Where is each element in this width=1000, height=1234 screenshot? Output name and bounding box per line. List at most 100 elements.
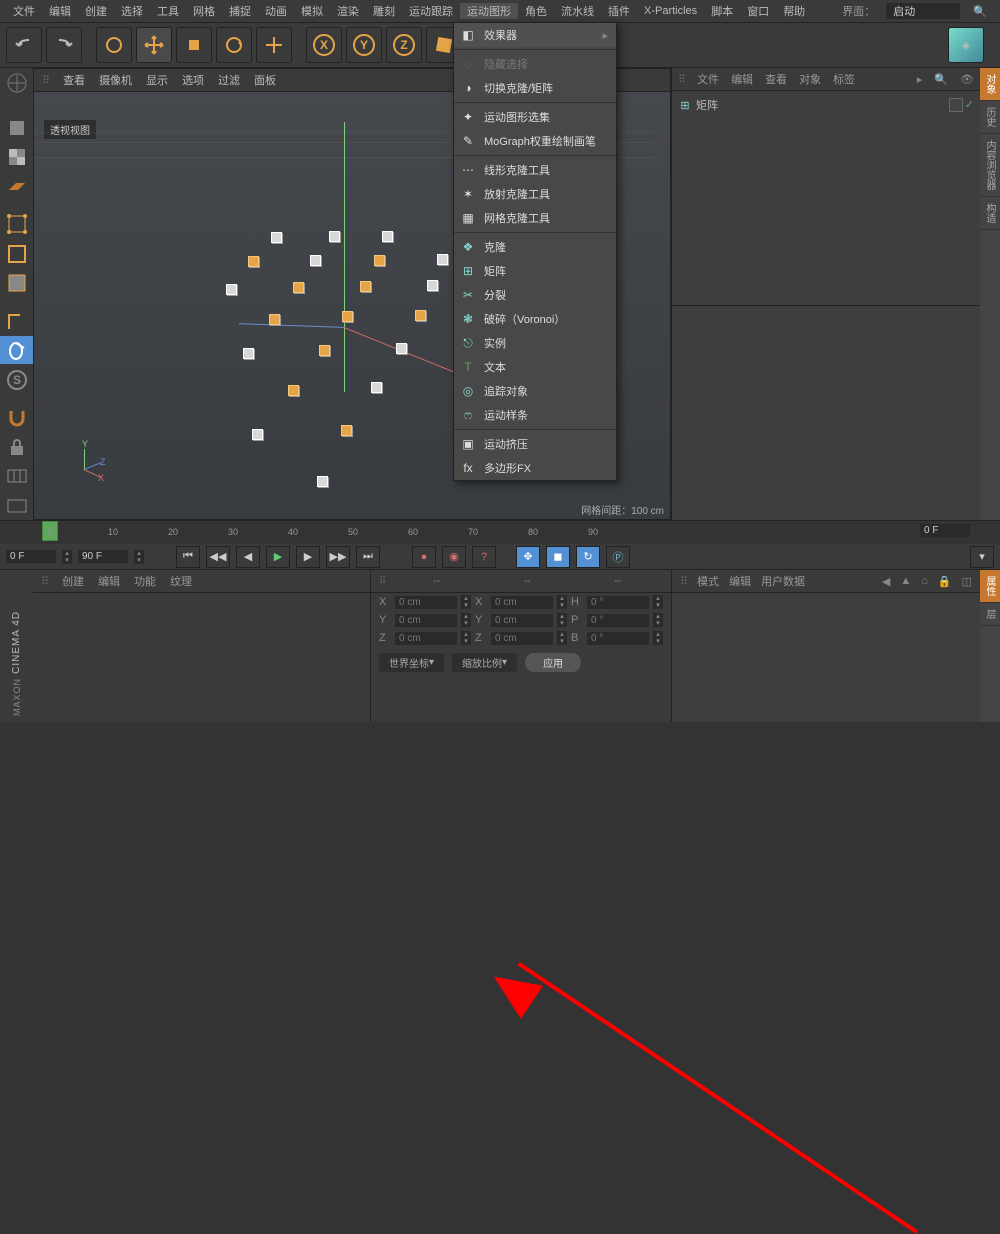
next-key-button[interactable]: ▶▶ (326, 546, 350, 568)
y-axis-button[interactable]: Y (346, 27, 382, 63)
obj-edit[interactable]: 编辑 (731, 71, 753, 87)
dd-item[interactable]: ⊞矩阵 (454, 259, 616, 283)
points-mode-icon[interactable] (0, 210, 33, 239)
workplane3-icon[interactable] (0, 492, 33, 521)
grip-icon[interactable]: ⠿ (42, 74, 49, 87)
attr-mode[interactable]: 模式 (697, 573, 719, 589)
rot-b[interactable]: 0 ° (587, 632, 649, 645)
z-axis-button[interactable]: Z (386, 27, 422, 63)
vp-display[interactable]: 显示 (146, 72, 168, 88)
x-axis-button[interactable]: X (306, 27, 342, 63)
tab-objects[interactable]: 对象 (980, 68, 1000, 101)
dd-item[interactable]: ✦运动图形选集 (454, 105, 616, 129)
dd-item[interactable]: ⋯线形克隆工具 (454, 158, 616, 182)
rot-p[interactable]: 0 ° (587, 614, 649, 627)
pos-key-button[interactable]: ✥ (516, 546, 540, 568)
move-tool[interactable] (136, 27, 172, 63)
snap-icon[interactable]: S (0, 365, 33, 394)
dd-item[interactable]: ◑切换克隆/矩阵 (454, 76, 616, 100)
size-z[interactable]: 0 cm (491, 632, 553, 645)
size-y[interactable]: 0 cm (491, 614, 553, 627)
vp-panel[interactable]: 面板 (254, 72, 276, 88)
key-button[interactable]: ? (472, 546, 496, 568)
coord-space-select[interactable]: 世界坐标 ▾ (379, 653, 444, 672)
layout-search-icon[interactable]: 🔍 (966, 5, 994, 18)
prev-frame-button[interactable]: ◀ (236, 546, 260, 568)
menu-character[interactable]: 角色 (518, 3, 554, 19)
texture-mode-icon[interactable] (0, 143, 33, 172)
end-frame[interactable]: 90 F (78, 550, 128, 563)
obj-eye-icon[interactable]: 👁 (960, 73, 974, 86)
record-button[interactable]: ● (412, 546, 436, 568)
menu-create[interactable]: 创建 (78, 3, 114, 19)
menu-script[interactable]: 脚本 (704, 3, 740, 19)
menu-mograph[interactable]: 运动图形 (460, 3, 518, 19)
menu-sculpt[interactable]: 雕刻 (366, 3, 402, 19)
menu-track[interactable]: 运动跟踪 (402, 3, 460, 19)
select-tool[interactable] (96, 27, 132, 63)
dd-item[interactable]: ▦网格克隆工具 (454, 206, 616, 230)
pos-y[interactable]: 0 cm (395, 614, 457, 627)
vp-view[interactable]: 查看 (63, 72, 85, 88)
prev-key-button[interactable]: ◀◀ (206, 546, 230, 568)
undo-button[interactable] (6, 27, 42, 63)
menu-plugins[interactable]: 插件 (601, 3, 637, 19)
axis-enable-icon[interactable] (0, 306, 33, 335)
grip-icon[interactable]: ⠿ (379, 576, 385, 587)
magnet-icon[interactable] (0, 403, 33, 432)
menu-window[interactable]: 窗口 (740, 3, 776, 19)
tab-browser[interactable]: 内容浏览器 (980, 134, 1000, 197)
menu-snap[interactable]: 捕捉 (222, 3, 258, 19)
workplane-icon[interactable] (0, 172, 33, 201)
obj-view[interactable]: 查看 (765, 71, 787, 87)
tab-layers[interactable]: 层 (980, 603, 1000, 626)
vp-options[interactable]: 选项 (182, 72, 204, 88)
apply-button[interactable]: 应用 (525, 653, 581, 672)
scale-tool[interactable] (176, 27, 212, 63)
dd-item[interactable]: T文本 (454, 355, 616, 379)
menu-select[interactable]: 选择 (114, 3, 150, 19)
menu-help[interactable]: 帮助 (776, 3, 812, 19)
timeline-ruler[interactable]: 0102030405060708090 0 F (0, 521, 1000, 544)
rot-key-button[interactable]: ↻ (576, 546, 600, 568)
obj-file[interactable]: 文件 (697, 71, 719, 87)
tweak-icon[interactable] (0, 336, 33, 365)
param-key-button[interactable]: Ⓟ (606, 546, 630, 568)
dd-item[interactable]: ✶放射克隆工具 (454, 182, 616, 206)
menu-render[interactable]: 渲染 (330, 3, 366, 19)
grip-icon[interactable]: ⠿ (41, 575, 48, 588)
object-tree-item[interactable]: ⊞ 矩阵 ✓ (676, 95, 976, 115)
dd-item[interactable]: ◌隐藏选择 (454, 52, 616, 76)
menu-edit[interactable]: 编辑 (42, 3, 78, 19)
pos-x[interactable]: 0 cm (395, 596, 457, 609)
mat-func[interactable]: 功能 (134, 573, 156, 589)
enable-toggle[interactable]: ✓ (965, 98, 974, 112)
tab-structure[interactable]: 构造 (980, 197, 1000, 230)
menu-xparticles[interactable]: X-Particles (637, 5, 704, 17)
grip-icon[interactable]: ⠿ (678, 73, 685, 86)
play-button[interactable]: ▶ (266, 546, 290, 568)
lasso-tool[interactable] (256, 27, 292, 63)
menu-simulate[interactable]: 模拟 (294, 3, 330, 19)
rot-h[interactable]: 0 ° (587, 596, 649, 609)
dd-item[interactable]: ✎MoGraph权重绘制画笔 (454, 129, 616, 153)
redo-button[interactable] (46, 27, 82, 63)
start-frame[interactable]: 0 F (6, 550, 56, 563)
menu-mesh[interactable]: 网格 (186, 3, 222, 19)
tab-attr[interactable]: 属性 (980, 570, 1000, 603)
tl-options-button[interactable]: ▾ (970, 546, 994, 568)
attr-edit[interactable]: 编辑 (729, 573, 751, 589)
mat-create[interactable]: 创建 (62, 573, 84, 589)
editable-icon[interactable] (0, 69, 33, 98)
pos-z[interactable]: 0 cm (395, 632, 457, 645)
attr-new-icon[interactable]: ◫ (962, 575, 972, 588)
attr-up-icon[interactable]: ▲ (900, 575, 911, 587)
attr-lock-icon[interactable]: 🔒 (938, 575, 952, 588)
menu-pipeline[interactable]: 流水线 (554, 3, 601, 19)
scale-key-button[interactable]: ◼ (546, 546, 570, 568)
mat-tex[interactable]: 纹理 (170, 573, 192, 589)
current-frame[interactable]: 0 F (920, 524, 970, 537)
next-frame-button[interactable]: ▶ (296, 546, 320, 568)
autokey-button[interactable]: ◉ (442, 546, 466, 568)
dd-effector[interactable]: ◧效果器▸ (454, 23, 616, 47)
